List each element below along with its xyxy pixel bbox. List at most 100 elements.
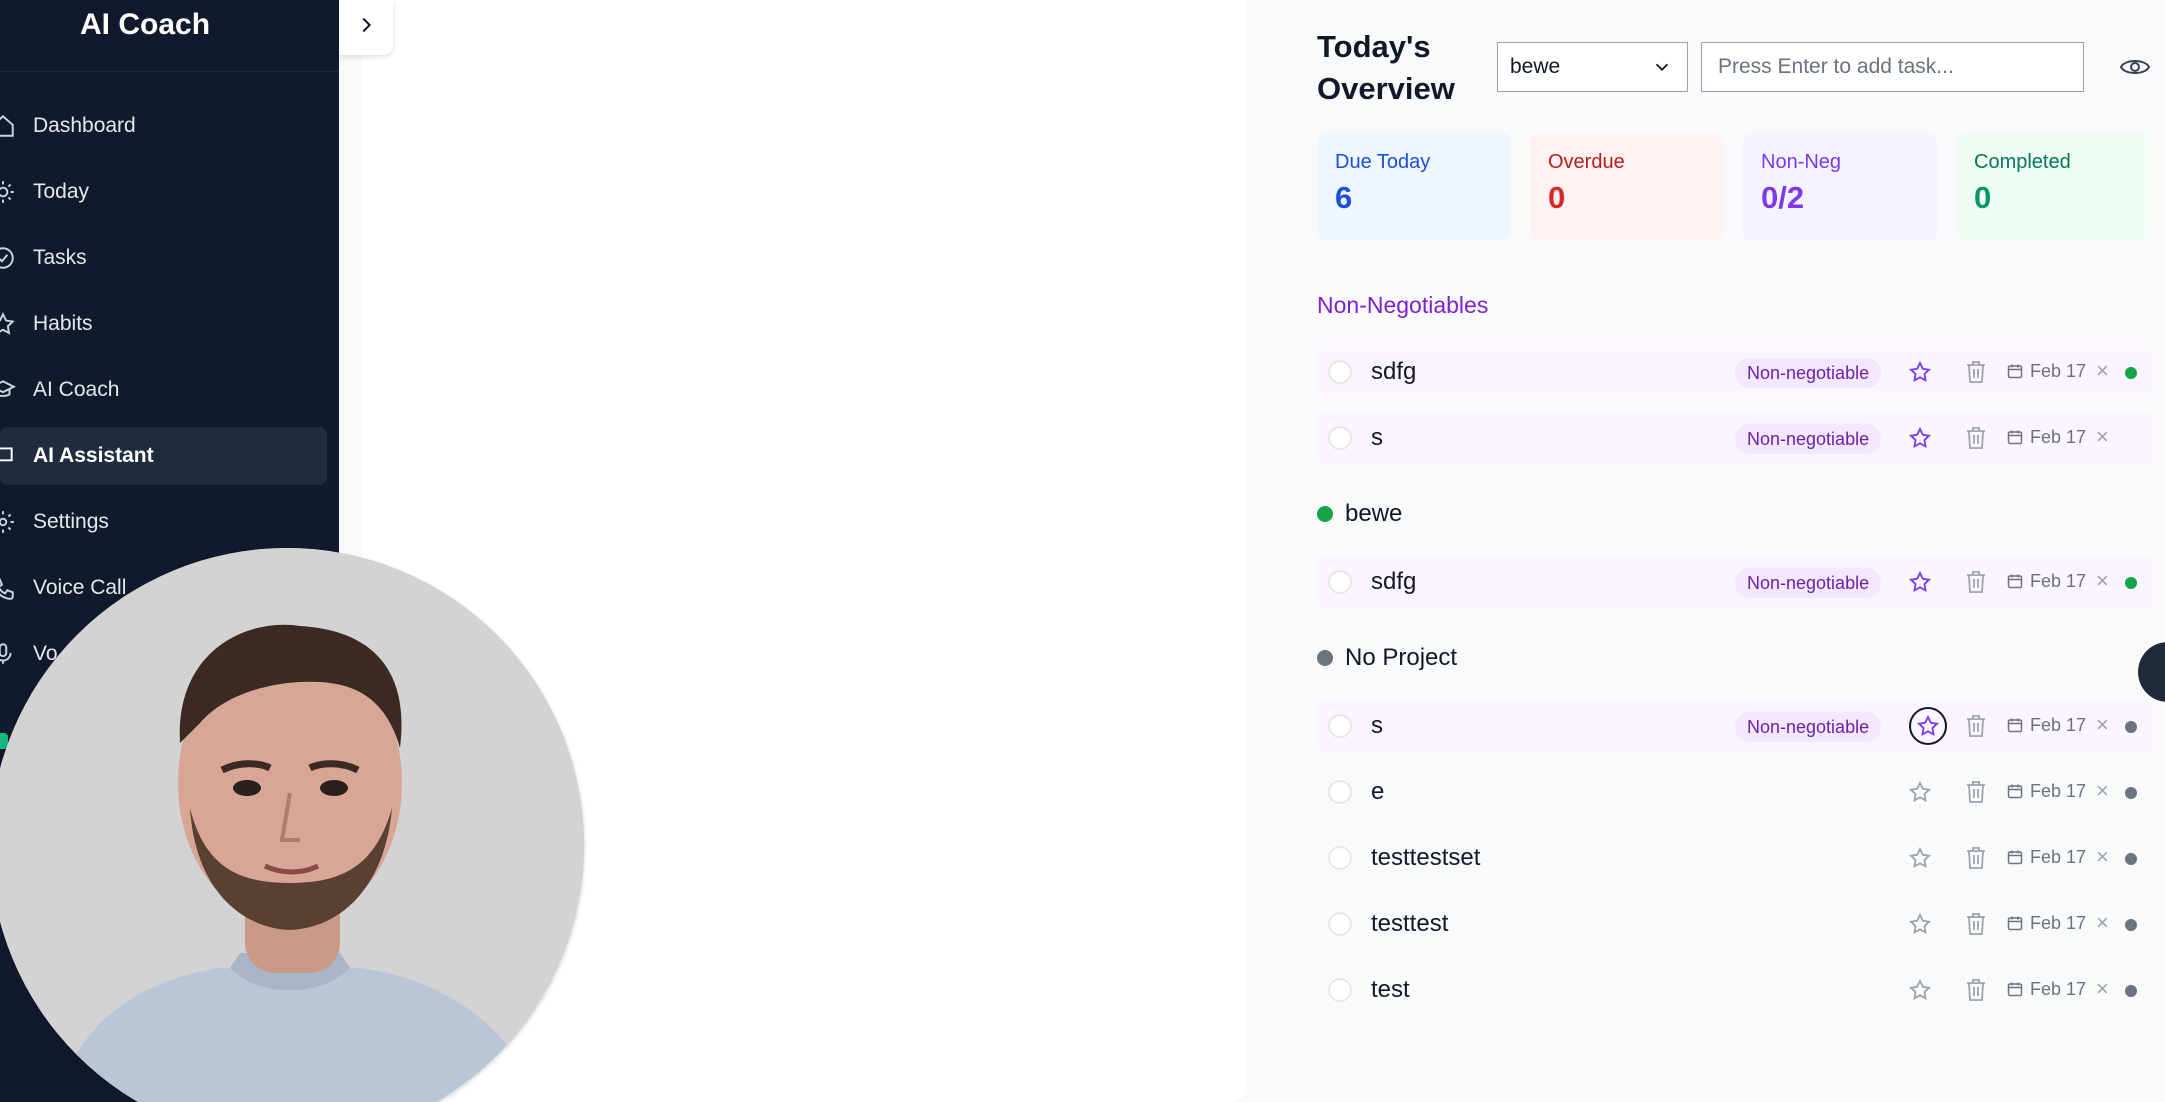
star-icon[interactable] (1906, 976, 1934, 1004)
stat-non-neg: Non-Neg 0/2 (1743, 133, 1937, 240)
task-checkbox[interactable] (1328, 714, 1352, 738)
sidebar-item-label: Habits (33, 312, 93, 335)
trash-icon[interactable] (1964, 359, 1988, 385)
project-status-dot (2125, 853, 2137, 865)
collapse-sidebar-button[interactable] (339, 0, 393, 55)
project-header-no-project[interactable]: No Project (1317, 644, 1457, 672)
stat-overdue: Overdue 0 (1530, 133, 1724, 240)
stat-label: Non-Neg (1761, 151, 1842, 173)
task-checkbox[interactable] (1328, 360, 1352, 384)
star-icon[interactable] (1906, 778, 1934, 806)
sidebar-item-habits[interactable]: Habits (0, 295, 327, 353)
task-name: testtestset (1371, 844, 1481, 871)
calendar-icon (2007, 849, 2023, 865)
calendar-icon (2007, 363, 2023, 379)
clear-date-icon[interactable]: × (2096, 778, 2109, 804)
project-color-dot (1317, 650, 1333, 666)
star-icon[interactable] (1906, 358, 1934, 386)
task-name: test (1371, 976, 1410, 1003)
clear-date-icon[interactable]: × (2096, 844, 2109, 870)
sidebar-item-settings[interactable]: Settings (0, 493, 327, 551)
clear-date-icon[interactable]: × (2096, 568, 2109, 594)
task-name: e (1371, 778, 1385, 805)
section-title-non-negotiables: Non-Negotiables (1317, 292, 1489, 318)
task-due-date[interactable]: Feb 17 (2030, 847, 2086, 868)
task-row[interactable]: testtest Feb 17 × (1317, 898, 2153, 950)
stat-completed: Completed 0 (1956, 133, 2150, 240)
sun-icon (0, 179, 16, 205)
trash-icon[interactable] (1964, 569, 1988, 595)
sidebar-item-label: AI Coach (33, 378, 120, 401)
task-row[interactable]: s Non-negotiable Feb 17 × (1317, 700, 2153, 752)
trash-icon[interactable] (1964, 911, 1988, 937)
clear-date-icon[interactable]: × (2096, 910, 2109, 936)
task-checkbox[interactable] (1328, 570, 1352, 594)
phone-icon (0, 575, 16, 601)
task-due-date[interactable]: Feb 17 (2030, 913, 2086, 934)
task-due-date[interactable]: Feb 17 (2030, 715, 2086, 736)
task-row[interactable]: sdfg Non-negotiable Feb 17 × (1317, 346, 2153, 398)
clear-date-icon[interactable]: × (2096, 976, 2109, 1002)
task-due-date[interactable]: Feb 17 (2030, 361, 2086, 382)
clear-date-icon[interactable]: × (2096, 358, 2109, 384)
project-status-dot (2125, 985, 2137, 997)
stat-label: Completed (1974, 151, 2071, 173)
task-row[interactable]: testtestset Feb 17 × (1317, 832, 2153, 884)
project-select[interactable]: bewe (1497, 42, 1688, 92)
task-name: sdfg (1371, 568, 1417, 595)
sidebar-item-ai-assistant[interactable]: AI Assistant (0, 427, 327, 485)
star-icon[interactable] (1909, 707, 1947, 745)
task-checkbox[interactable] (1328, 780, 1352, 804)
sidebar-item-tasks[interactable]: Tasks (0, 229, 327, 287)
sidebar-item-label: AI Assistant (33, 444, 154, 467)
add-task-input[interactable] (1701, 42, 2084, 92)
task-checkbox[interactable] (1328, 912, 1352, 936)
star-icon[interactable] (1906, 568, 1934, 596)
trash-icon[interactable] (1964, 425, 1988, 451)
sidebar-item-label: Voice Call (33, 576, 127, 599)
stat-label: Overdue (1548, 151, 1625, 173)
calendar-icon (2007, 717, 2023, 733)
non-negotiable-badge: Non-negotiable (1735, 424, 1882, 454)
stat-due-today: Due Today 6 (1317, 133, 1511, 240)
project-name: No Project (1345, 644, 1458, 671)
stat-label: Due Today (1335, 151, 1431, 173)
stat-value: 0/2 (1761, 180, 1805, 215)
check-circle-icon (0, 245, 16, 271)
task-row[interactable]: s Non-negotiable Feb 17 × (1317, 412, 2153, 464)
trash-icon[interactable] (1964, 845, 1988, 871)
task-row[interactable]: test Feb 17 × (1317, 964, 2153, 1016)
clear-date-icon[interactable]: × (2096, 424, 2109, 450)
task-row[interactable]: sdfg Non-negotiable Feb 17 × (1317, 556, 2153, 608)
calendar-icon (2007, 783, 2023, 799)
sidebar-item-label: Tasks (33, 246, 87, 269)
task-due-date[interactable]: Feb 17 (2030, 427, 2086, 448)
task-name: s (1371, 424, 1383, 451)
sidebar-item-ai-coach[interactable]: AI Coach (0, 361, 327, 419)
star-icon[interactable] (1906, 910, 1934, 938)
trash-icon[interactable] (1964, 977, 1988, 1003)
task-due-date[interactable]: Feb 17 (2030, 571, 2086, 592)
task-row[interactable]: e Feb 17 × (1317, 766, 2153, 818)
star-icon (0, 311, 16, 337)
calendar-icon (2007, 981, 2023, 997)
project-select-value: bewe (1510, 55, 1561, 78)
star-icon[interactable] (1906, 844, 1934, 872)
trash-icon[interactable] (1964, 713, 1988, 739)
project-header-bewe[interactable]: bewe (1317, 500, 1402, 528)
trash-icon[interactable] (1964, 779, 1988, 805)
sidebar-item-dashboard[interactable]: Dashboard (0, 97, 327, 155)
stat-value: 0 (1548, 180, 1566, 215)
chevron-down-icon (1651, 56, 1673, 84)
clear-date-icon[interactable]: × (2096, 712, 2109, 738)
app-title: AI Coach (80, 8, 211, 41)
task-checkbox[interactable] (1328, 978, 1352, 1002)
task-due-date[interactable]: Feb 17 (2030, 781, 2086, 802)
page-title: Today's Overview (1317, 29, 1455, 106)
sidebar-item-today[interactable]: Today (0, 163, 327, 221)
task-due-date[interactable]: Feb 17 (2030, 979, 2086, 1000)
star-icon[interactable] (1906, 424, 1934, 452)
task-checkbox[interactable] (1328, 426, 1352, 450)
task-checkbox[interactable] (1328, 846, 1352, 870)
eye-icon[interactable] (2119, 54, 2151, 80)
